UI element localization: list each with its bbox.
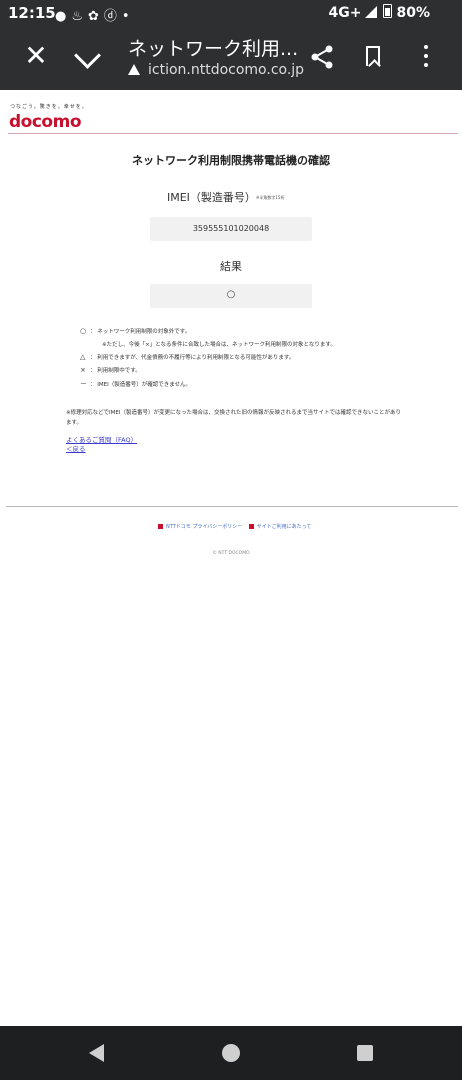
url-text: iction.nttdocomo.co.jp [148, 62, 305, 78]
legend-row: －： IMEI（製造番号）が確認できません。 [80, 379, 191, 389]
copyright: © NTT DOCOMO [212, 551, 250, 556]
back-link[interactable]: ＜戻る [66, 443, 86, 453]
nav-home-icon[interactable] [222, 1044, 240, 1062]
legend-symbol: － [80, 380, 87, 388]
system-nav-bar [0, 1026, 462, 1080]
legend-row: × ： 利用制限中です。 [80, 366, 141, 374]
page-tab-title: ネットワーク利用... [128, 38, 299, 60]
more-menu-icon[interactable] [424, 45, 429, 72]
status-time: 12:15 [8, 4, 56, 22]
site-terms-link[interactable]: サイトご利用にあたって [257, 524, 312, 530]
legend-row: ※ただし、今後「×」となる条件に合致した場合は、ネットワーク利用制限の対象となり… [102, 340, 336, 348]
imei-field[interactable]: 359555101020048 [150, 217, 312, 241]
legend-text: ※ただし、今後「×」となる条件に合致した場合は、ネットワーク利用制限の対象となり… [102, 342, 336, 348]
legend-symbol: △ [80, 353, 86, 361]
battery-icon [383, 4, 393, 18]
legend-text: ： 利用制限中です。 [90, 368, 141, 374]
result-field: ○ [150, 284, 312, 308]
header-divider [8, 133, 458, 134]
result-value: ○ [226, 289, 236, 300]
legend-symbol: × [80, 366, 86, 374]
network-label: 4G+ [328, 5, 362, 21]
battery-level: 80% [396, 5, 430, 21]
share-icon[interactable] [310, 44, 334, 70]
footer-divider [6, 506, 458, 507]
page-title: ネットワーク利用制限携帯電話機の確認 [132, 154, 330, 167]
legend-row: ○： ネットワーク利用制限の対象外です。 [80, 327, 190, 335]
legend-row: △ ： 利用できますが、代金債務の不履行等により利用制限となる可能性があります。 [80, 353, 294, 361]
nav-recents-icon[interactable] [357, 1045, 373, 1061]
footer-links: NTTドコモ プライバシーポリシー サイトご利用にあたって [158, 523, 311, 530]
nav-back-icon[interactable] [89, 1044, 104, 1062]
bookmark-icon[interactable] [366, 46, 380, 66]
privacy-policy-link[interactable]: NTTドコモ プライバシーポリシー [166, 524, 242, 530]
legend-text: ： IMEI（製造番号）が確認できません。 [90, 382, 192, 388]
imei-label: IMEI（製造番号） [167, 191, 256, 204]
imei-value: 359555101020048 [192, 224, 270, 233]
legend-symbol: ○ [80, 327, 87, 335]
status-bar: 12:15 ●♨✿ⓓ• 4G+ 80% [0, 0, 462, 26]
imei-change-note: ※修理対応などでIMEI（製造番号）が変更になった場合は、交換された旧の情報が反… [66, 410, 401, 426]
imei-note: ※半角数字15桁 [256, 195, 285, 200]
brand-tagline: つなごう。驚きを。幸せを。 [10, 104, 88, 110]
link-arrow-icon [248, 524, 254, 529]
status-right: 4G+ 80% [329, 4, 430, 21]
chevron-down-icon[interactable] [74, 42, 101, 69]
browser-toolbar: ✕ ネットワーク利用... iction.nttdocomo.co.jp [0, 26, 462, 90]
link-arrow-icon [158, 524, 163, 529]
legend-text: ： ネットワーク利用制限の対象外です。 [90, 329, 191, 335]
notification-icons: ●♨✿ⓓ• [55, 9, 135, 24]
docomo-logo[interactable]: docomo [9, 112, 82, 132]
url-display[interactable]: iction.nttdocomo.co.jp [128, 62, 304, 78]
warning-icon [128, 64, 140, 75]
close-icon[interactable]: ✕ [22, 40, 50, 72]
result-label: 結果 [220, 260, 242, 273]
legend-text: ： 利用できますが、代金債務の不履行等により利用制限となる可能性があります。 [90, 355, 295, 361]
signal-icon [365, 6, 378, 18]
